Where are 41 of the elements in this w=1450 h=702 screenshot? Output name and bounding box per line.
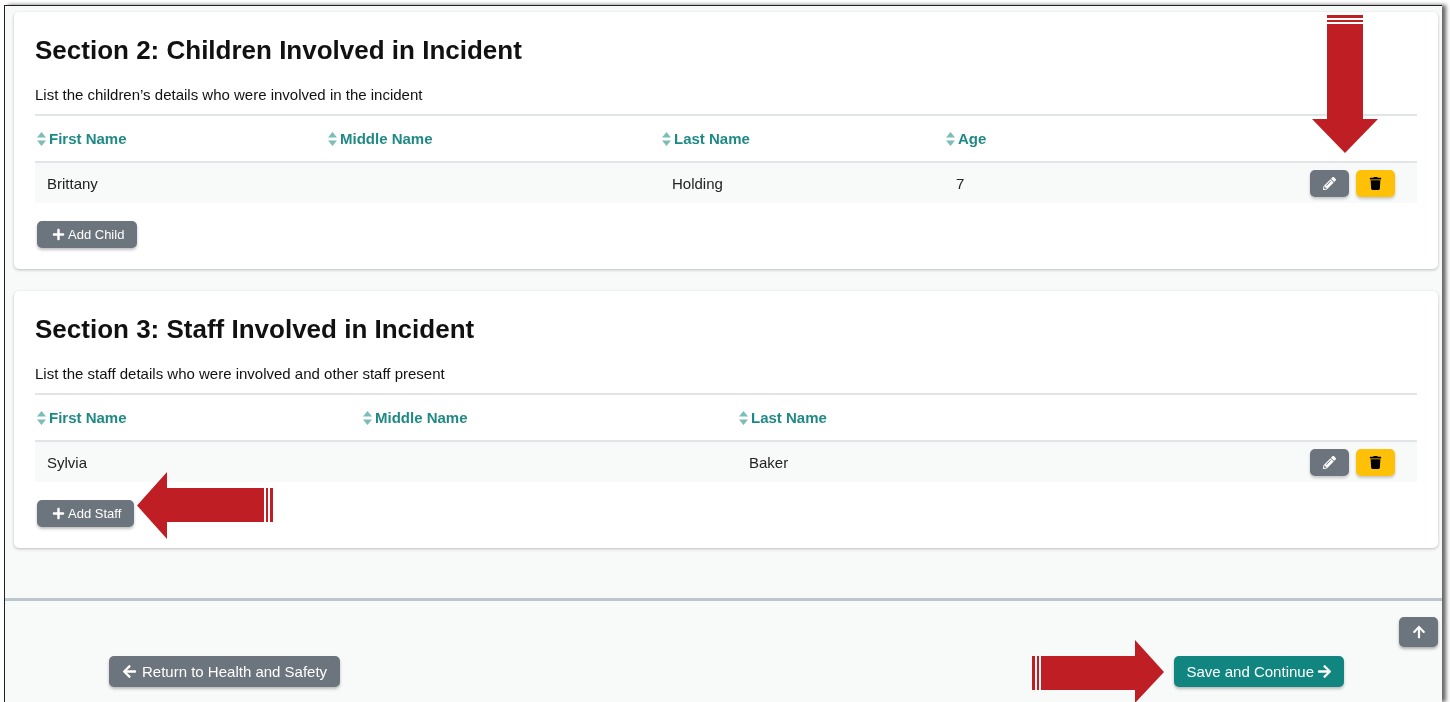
scroll-top-button[interactable] bbox=[1399, 617, 1438, 647]
column-header[interactable]: First Name bbox=[49, 409, 127, 426]
column-header[interactable]: Last Name bbox=[674, 130, 750, 147]
sort-icon[interactable] bbox=[37, 410, 46, 425]
plus-icon bbox=[52, 507, 65, 520]
pencil-icon bbox=[1323, 176, 1336, 190]
trash-icon bbox=[1369, 455, 1382, 469]
add-button[interactable]: Add Child bbox=[37, 221, 138, 248]
table-cell: Holding bbox=[660, 163, 944, 203]
column-header[interactable]: Last Name bbox=[751, 409, 827, 426]
section-description: List the staff details who were involved and other staff present bbox=[35, 365, 446, 383]
column-header[interactable]: Age bbox=[958, 130, 987, 147]
plus-icon bbox=[52, 228, 65, 241]
edit-button[interactable] bbox=[1310, 448, 1349, 476]
delete-button[interactable] bbox=[1356, 169, 1395, 197]
pencil-icon bbox=[1323, 455, 1336, 469]
table-cell: Sylvia bbox=[35, 442, 361, 482]
save-continue-button[interactable]: Save and Continue bbox=[1174, 656, 1344, 687]
sort-icon[interactable] bbox=[662, 131, 671, 146]
return-button[interactable]: Return to Health and Safety bbox=[109, 656, 341, 687]
sort-icon[interactable] bbox=[328, 131, 337, 146]
sort-icon[interactable] bbox=[363, 410, 372, 425]
arrow-up-icon bbox=[1411, 625, 1426, 639]
section-description: List the children’s details who were involved in the incident bbox=[35, 86, 424, 104]
edit-button[interactable] bbox=[1310, 169, 1349, 197]
column-header[interactable]: Middle Name bbox=[340, 130, 433, 147]
sort-icon[interactable] bbox=[739, 410, 748, 425]
trash-icon bbox=[1369, 176, 1382, 190]
delete-button[interactable] bbox=[1356, 448, 1395, 476]
section-title: Section 2: Children Involved in Incident bbox=[35, 34, 523, 66]
section-title: Section 3: Staff Involved in Incident bbox=[35, 313, 476, 345]
table-cell: Baker bbox=[737, 442, 1310, 482]
add-button[interactable]: Add Staff bbox=[37, 500, 135, 527]
arrow-left-icon bbox=[122, 664, 137, 679]
column-header[interactable]: First Name bbox=[49, 130, 127, 147]
sort-icon[interactable] bbox=[946, 131, 955, 146]
table-cell: Brittany bbox=[35, 163, 326, 203]
column-header[interactable]: Middle Name bbox=[375, 409, 468, 426]
sort-icon[interactable] bbox=[37, 131, 46, 146]
arrow-right-icon bbox=[1317, 664, 1332, 679]
table-cell: 7 bbox=[944, 163, 1310, 203]
